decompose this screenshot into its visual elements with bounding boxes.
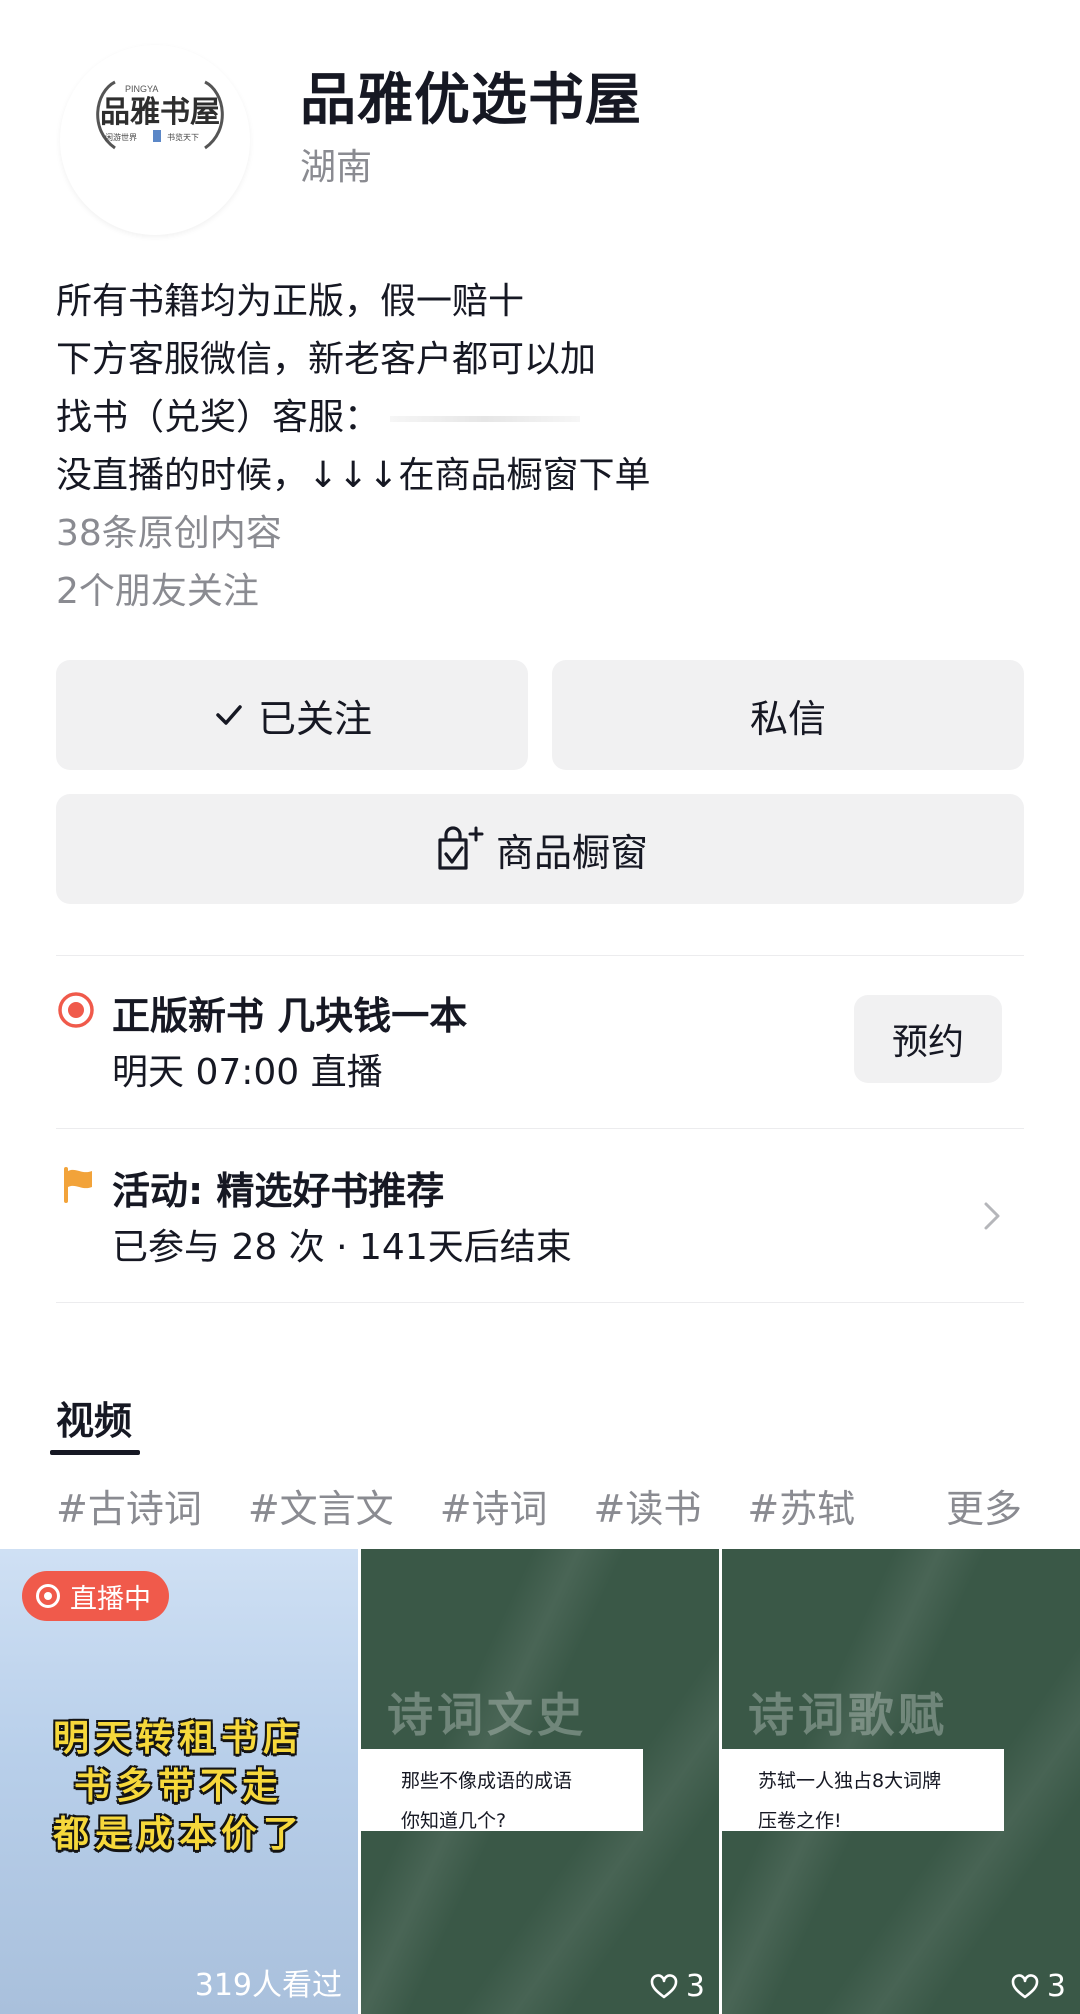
live-badge-label: 直播中 xyxy=(70,1583,151,1615)
view-count: 319人看过 xyxy=(194,1968,342,2003)
board-title: 诗词歌赋 xyxy=(748,1688,948,1742)
reserve-button[interactable]: 预约 xyxy=(854,995,1002,1083)
followed-label: 已关注 xyxy=(257,696,372,741)
video-caption-line: 明天转租书店 xyxy=(52,1718,305,1759)
svg-text:闲游世界: 闲游世界 xyxy=(105,132,137,142)
tab-active-indicator xyxy=(50,1450,140,1455)
bio-contact-label: 找书（兑奖）客服： xyxy=(56,397,381,438)
divider xyxy=(56,955,1024,956)
redacted-contact xyxy=(390,416,581,422)
caption-line: 压卷之作! xyxy=(758,1810,842,1832)
live-icon xyxy=(56,990,96,1030)
live-dot-icon xyxy=(36,1584,60,1608)
like-count: 3 xyxy=(650,1969,705,2004)
hashtag-filter[interactable]: #读书 xyxy=(594,1478,702,1533)
flag-icon xyxy=(60,1165,96,1205)
bio-line-contact: 找书（兑奖）客服： xyxy=(56,394,581,442)
bio-line: 没直播的时候，↓↓↓在商品橱窗下单 xyxy=(56,455,651,496)
more-tags-button[interactable]: 更多 xyxy=(946,1478,1022,1533)
video-caption-line: 都是成本价了 xyxy=(52,1814,305,1855)
shop-window-button[interactable]: 商品橱窗 xyxy=(56,794,1024,904)
divider xyxy=(56,1128,1024,1129)
bio-line: 所有书籍均为正版，假一赔十 xyxy=(56,281,525,322)
reserve-label: 预约 xyxy=(891,1022,964,1063)
check-icon xyxy=(216,705,242,725)
tab-video[interactable]: 视频 xyxy=(56,1390,132,1445)
shop-window-label: 商品橱窗 xyxy=(495,830,648,875)
caption-card: 那些不像成语的成语 你知道几个? xyxy=(361,1749,643,1832)
activity-title[interactable]: 活动: 精选好书推荐 xyxy=(112,1160,444,1215)
live-badge: 直播中 xyxy=(22,1571,169,1621)
heart-icon xyxy=(650,1973,678,1998)
like-count-value: 3 xyxy=(685,1969,705,2004)
caption-line: 你知道几个? xyxy=(401,1810,507,1832)
caption-line: 那些不像成语的成语 xyxy=(401,1770,573,1792)
svg-text:PINGYA: PINGYA xyxy=(125,84,158,94)
hashtag-filter[interactable]: #古诗词 xyxy=(56,1478,202,1533)
caption-card: 苏轼一人独占8大词牌 压卷之作! xyxy=(722,1749,1004,1832)
original-content-count[interactable]: 38条原创内容 xyxy=(56,510,282,558)
live-time: 明天 07:00 直播 xyxy=(112,1052,383,1093)
shop-logo: PINGYA 品雅书屋 闲游世界 书览天下 xyxy=(85,70,235,160)
video-tile[interactable]: 直播中 明天转租书店 书多带不走 都是成本价了 319人看过 xyxy=(0,1549,358,2014)
board-title: 诗词文史 xyxy=(387,1688,587,1742)
like-count: 3 xyxy=(1011,1969,1066,2004)
live-title: 正版新书 几块钱一本 xyxy=(112,994,468,1038)
followed-button[interactable]: 已关注 xyxy=(56,660,528,770)
message-label: 私信 xyxy=(749,696,826,741)
heart-icon xyxy=(1011,1973,1039,1998)
region-label: 湖南 xyxy=(300,147,373,188)
friends-follow-count[interactable]: 2个朋友关注 xyxy=(56,568,259,616)
svg-text:书览天下: 书览天下 xyxy=(167,132,199,142)
hashtag-filter[interactable]: #诗词 xyxy=(440,1478,548,1533)
message-button[interactable]: 私信 xyxy=(552,660,1024,770)
video-tile[interactable]: 诗词歌赋 苏轼一人独占8大词牌 压卷之作! 3 xyxy=(722,1549,1080,2014)
shop-name: 品雅优选书屋 xyxy=(300,68,642,133)
bio-line: 下方客服微信，新老客户都可以加 xyxy=(56,339,597,380)
hashtag-filter-bar: #古诗词 #文言文 #诗词 #读书 #苏轼 xyxy=(56,1478,855,1533)
activity-subtitle: 已参与 28 次 · 141天后结束 xyxy=(112,1227,572,1268)
video-caption-line: 书多带不走 xyxy=(73,1766,284,1807)
hashtag-filter[interactable]: #苏轼 xyxy=(747,1478,855,1533)
shopping-bag-icon xyxy=(438,826,484,870)
svg-text:品雅书屋: 品雅书屋 xyxy=(100,95,220,130)
caption-line: 苏轼一人独占8大词牌 xyxy=(758,1770,942,1792)
hashtag-filter[interactable]: #文言文 xyxy=(248,1478,394,1533)
like-count-value: 3 xyxy=(1046,1969,1066,2004)
video-tile[interactable]: 诗词文史 那些不像成语的成语 你知道几个? 3 xyxy=(361,1549,719,2014)
divider xyxy=(56,1302,1024,1303)
chevron-right-icon[interactable] xyxy=(980,1198,1004,1234)
